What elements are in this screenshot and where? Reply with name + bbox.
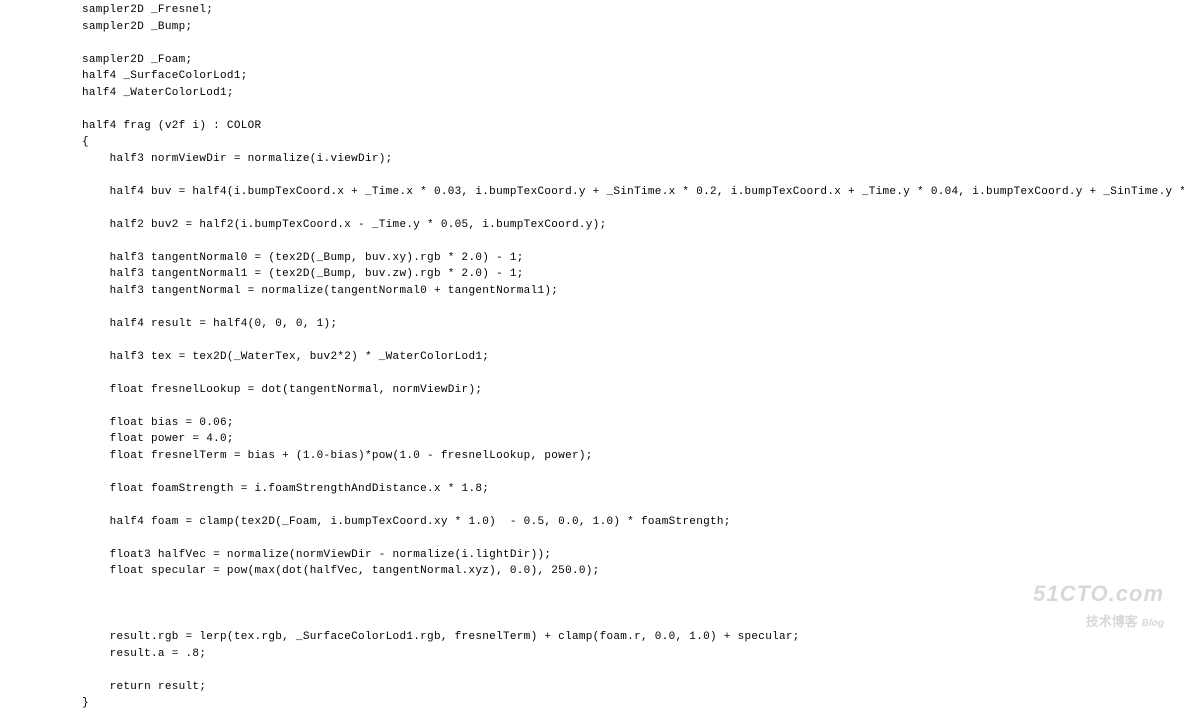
code-line <box>82 398 1184 415</box>
code-line: half2 buv2 = half2(i.bumpTexCoord.x - _T… <box>82 217 1184 234</box>
code-line: half4 buv = half4(i.bumpTexCoord.x + _Ti… <box>82 184 1184 201</box>
code-line: float fresnelTerm = bias + (1.0-bias)*po… <box>82 448 1184 465</box>
code-line: half3 tangentNormal1 = (tex2D(_Bump, buv… <box>82 266 1184 283</box>
code-line: half3 tex = tex2D(_WaterTex, buv2*2) * _… <box>82 349 1184 366</box>
code-line: { <box>82 134 1184 151</box>
code-line <box>82 613 1184 630</box>
code-line <box>82 530 1184 547</box>
code-line <box>82 167 1184 184</box>
code-line <box>82 233 1184 250</box>
code-line: float fresnelLookup = dot(tangentNormal,… <box>82 382 1184 399</box>
code-line <box>82 35 1184 52</box>
code-line: float bias = 0.06; <box>82 415 1184 432</box>
code-line: half4 foam = clamp(tex2D(_Foam, i.bumpTe… <box>82 514 1184 531</box>
watermark-cn: 技术博客 <box>1086 614 1138 629</box>
code-line: float power = 4.0; <box>82 431 1184 448</box>
code-line: float foamStrength = i.foamStrengthAndDi… <box>82 481 1184 498</box>
code-line: sampler2D _Bump; <box>82 19 1184 36</box>
code-line <box>82 662 1184 679</box>
code-line: half4 result = half4(0, 0, 0, 1); <box>82 316 1184 333</box>
code-line <box>82 299 1184 316</box>
watermark-site: 51CTO.com <box>1033 577 1164 610</box>
code-line: float specular = pow(max(dot(halfVec, ta… <box>82 563 1184 580</box>
code-line: float3 halfVec = normalize(normViewDir -… <box>82 547 1184 564</box>
code-line <box>82 464 1184 481</box>
code-line: return result; <box>82 679 1184 696</box>
code-line <box>82 580 1184 597</box>
code-line <box>82 596 1184 613</box>
code-line: sampler2D _Foam; <box>82 52 1184 69</box>
code-line: half4 _WaterColorLod1; <box>82 85 1184 102</box>
code-line: result.rgb = lerp(tex.rgb, _SurfaceColor… <box>82 629 1184 646</box>
code-block: sampler2D _Fresnel;sampler2D _Bump; samp… <box>82 2 1184 712</box>
code-line: half3 tangentNormal0 = (tex2D(_Bump, buv… <box>82 250 1184 267</box>
code-line <box>82 497 1184 514</box>
code-line: result.a = .8; <box>82 646 1184 663</box>
code-line: half4 frag (v2f i) : COLOR <box>82 118 1184 135</box>
watermark-subtitle: 技术博客 Blog <box>1033 612 1164 632</box>
code-line <box>82 332 1184 349</box>
code-line: half3 normViewDir = normalize(i.viewDir)… <box>82 151 1184 168</box>
watermark-blog: Blog <box>1142 618 1164 629</box>
code-line: } <box>82 695 1184 712</box>
code-line <box>82 365 1184 382</box>
code-line <box>82 101 1184 118</box>
code-line: half3 tangentNormal = normalize(tangentN… <box>82 283 1184 300</box>
code-line: half4 _SurfaceColorLod1; <box>82 68 1184 85</box>
watermark: 51CTO.com 技术博客 Blog <box>1033 577 1164 632</box>
code-line: sampler2D _Fresnel; <box>82 2 1184 19</box>
code-line <box>82 200 1184 217</box>
